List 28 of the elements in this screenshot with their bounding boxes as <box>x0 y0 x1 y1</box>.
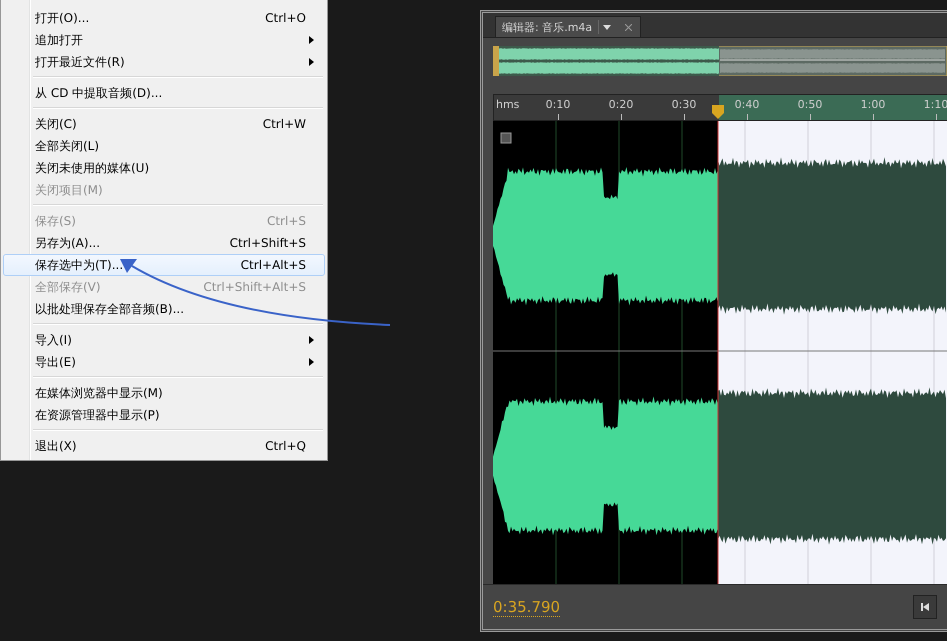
menu-item[interactable]: 打开(O)... Ctrl+O <box>3 7 325 29</box>
ruler-label: 0:50 <box>798 98 822 111</box>
skip-to-start-button[interactable] <box>913 595 937 619</box>
menu-item[interactable]: 导入(I) <box>3 329 325 351</box>
menu-item[interactable]: 关闭未使用的媒体(U) <box>3 157 325 179</box>
ruler-label: 0:20 <box>608 98 634 111</box>
menu-item[interactable]: 保存选中为(T)... Ctrl+Alt+S <box>3 254 325 276</box>
ruler-label: 0:10 <box>546 98 570 111</box>
editor-tab[interactable]: 编辑器: 音乐.m4a <box>495 16 642 37</box>
menu-item[interactable]: 全部关闭(L) <box>3 135 325 157</box>
ruler-label: 0:30 <box>672 98 696 111</box>
menu-item[interactable]: 关闭(C) Ctrl+W <box>3 113 325 135</box>
menu-item[interactable]: 在媒体浏览器中显示(M) <box>3 382 325 404</box>
menu-item[interactable]: 从 CD 中提取音频(D)... <box>3 82 325 104</box>
ruler-label: 1:00 <box>860 98 886 111</box>
ruler-label: 0:40 <box>734 98 760 111</box>
menu-item[interactable]: 另存为(A)... Ctrl+Shift+S <box>3 232 325 254</box>
menu-item[interactable]: 以批处理保存全部音频(B)... <box>3 298 325 320</box>
skip-to-start-icon <box>920 602 930 612</box>
menu-item[interactable]: 打开最近文件(R) <box>3 51 325 73</box>
menu-item[interactable]: 导出(E) <box>3 351 325 373</box>
menu-item[interactable]: 追加打开 <box>3 29 325 51</box>
time-display[interactable]: 0:35.790 <box>493 598 560 616</box>
ruler-unit: hms <box>496 98 520 111</box>
caret-icon <box>602 24 611 30</box>
menu-item[interactable]: 在资源管理器中显示(P) <box>3 404 325 426</box>
playhead-marker-icon[interactable] <box>712 105 724 119</box>
menu-item[interactable]: 退出(X) Ctrl+Q <box>3 435 325 457</box>
